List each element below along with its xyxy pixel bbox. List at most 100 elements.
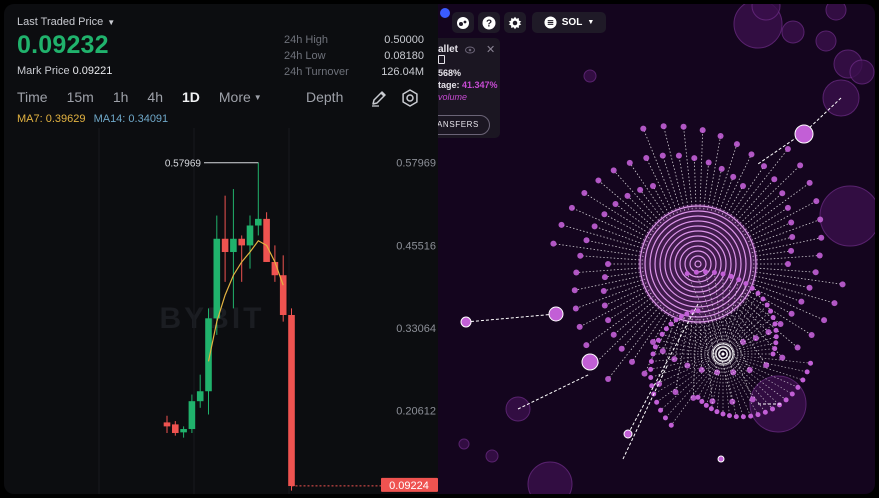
holder-bubble	[711, 269, 717, 275]
holder-bubble	[680, 123, 687, 130]
holder-bubble	[605, 376, 612, 383]
ticker-stats: 24h High 0.50000 24h Low 0.08180 24h Turno…	[284, 32, 424, 80]
stat-value: 0.08180	[384, 50, 424, 62]
holder-bubble	[733, 141, 740, 148]
holder-bubble	[788, 247, 795, 254]
high-marker-label: 0.57969	[165, 159, 202, 170]
holder-bubble	[691, 155, 698, 162]
holder-bubble	[460, 316, 472, 328]
holder-bubble	[601, 302, 608, 309]
transfer-link	[752, 255, 820, 261]
holder-bubble	[831, 300, 838, 307]
holder-bubble	[785, 261, 791, 267]
holder-bubble	[804, 369, 810, 375]
ma14-label: MA14: 0.34091	[93, 113, 169, 125]
holder-bubble	[659, 331, 665, 337]
transfer-link	[739, 192, 783, 229]
transfer-link	[576, 267, 644, 273]
pencil-icon[interactable]	[369, 88, 389, 108]
holder-bubble	[650, 338, 656, 345]
holder-bubble	[770, 315, 776, 321]
tab-4h[interactable]: 4h	[147, 89, 163, 105]
holder-bubble	[795, 384, 801, 390]
help-button[interactable]: ?	[478, 12, 500, 33]
transfer-link	[737, 165, 801, 227]
holder-bubble	[760, 296, 766, 302]
candle-body	[263, 218, 270, 262]
settings-button[interactable]	[504, 12, 526, 33]
holder-bubble	[572, 305, 579, 312]
holder-bubble	[718, 165, 725, 172]
settings-icon[interactable]	[400, 88, 420, 108]
holder-bubble	[789, 233, 796, 240]
transfer-link	[656, 353, 724, 403]
chain-selector[interactable]: SOL ▼	[532, 12, 606, 33]
holder-bubble	[762, 409, 768, 415]
bubblemap-graph[interactable]	[438, 4, 875, 494]
tab-more-label: More	[218, 89, 251, 105]
transfer-link	[627, 303, 699, 435]
last-traded-price-selector[interactable]: Last Traded Price ▼	[17, 16, 115, 28]
holder-bubble	[812, 269, 819, 276]
holder-bubble	[736, 277, 742, 283]
holder-bubble	[708, 406, 714, 412]
holder-bubble	[755, 412, 761, 418]
copy-icon[interactable]	[438, 55, 445, 64]
holder-bubble	[684, 311, 690, 317]
transfer-link	[742, 182, 810, 232]
holder-bubble	[797, 162, 804, 169]
tab-depth[interactable]: Depth	[306, 89, 343, 105]
candle-body	[246, 225, 254, 246]
close-icon[interactable]: ✕	[486, 43, 495, 56]
holder-bubble	[776, 402, 782, 408]
moving-average-legend: MA7: 0.39629 MA14: 0.34091	[17, 113, 168, 125]
bubble	[781, 20, 805, 44]
transfer-link	[721, 154, 752, 215]
tab-time[interactable]: Time	[17, 89, 48, 105]
transfer-link	[703, 162, 710, 210]
holder-bubble	[684, 271, 690, 277]
bubblemap-panel: ? SOL ▼ allet ✕ 568% tage: 41.347% volum…	[438, 4, 875, 494]
holder-bubble	[770, 351, 776, 357]
transfer-link	[594, 226, 647, 246]
holder-bubble	[643, 154, 650, 161]
holder-bubble	[740, 414, 746, 420]
transfer-link	[752, 271, 843, 285]
holder-bubble	[777, 320, 784, 327]
eye-icon[interactable]	[465, 46, 475, 54]
holder-bubble	[601, 274, 608, 281]
holder-bubble	[789, 391, 795, 397]
holder-bubble	[637, 186, 644, 193]
trading-panel: Last Traded Price ▼ 0.09232 Mark Price 0…	[4, 4, 438, 494]
bubblemap-logo-button[interactable]	[452, 12, 474, 33]
holder-bubble	[714, 409, 720, 415]
transfer-link	[586, 239, 645, 253]
holder-bubble	[808, 360, 814, 366]
wallet-title: allet	[438, 44, 459, 55]
bubble	[458, 438, 470, 450]
holder-bubble	[779, 190, 786, 197]
holder-bubble	[652, 344, 658, 350]
holder-bubble	[648, 366, 654, 372]
transfer-link	[731, 307, 757, 339]
holder-bubble	[788, 310, 795, 317]
holder-bubble	[771, 176, 778, 183]
tab-1d[interactable]: 1D	[182, 89, 200, 105]
tab-more[interactable]: More ▼	[219, 89, 262, 105]
holder-bubble	[695, 394, 701, 400]
holder-bubble	[629, 358, 636, 365]
transfer-link	[629, 162, 668, 219]
holder-bubble	[675, 152, 682, 159]
holder-bubble	[576, 323, 583, 330]
transfer-link	[607, 292, 652, 321]
candlestick-chart[interactable]: BYBIT 0.57969 0.45516 0.33064 0.20612 0.5796…	[4, 128, 438, 494]
notification-dot	[440, 8, 450, 18]
holder-bubble	[550, 240, 557, 247]
holder-bubble	[605, 261, 611, 267]
ma7-label: MA7: 0.39629	[17, 113, 86, 125]
tab-15m[interactable]: 15m	[67, 89, 94, 105]
holder-bubble	[558, 221, 565, 228]
transfers-button[interactable]: ANSFERS	[438, 115, 490, 135]
transfer-link	[586, 296, 654, 346]
tab-1h[interactable]: 1h	[113, 89, 129, 105]
